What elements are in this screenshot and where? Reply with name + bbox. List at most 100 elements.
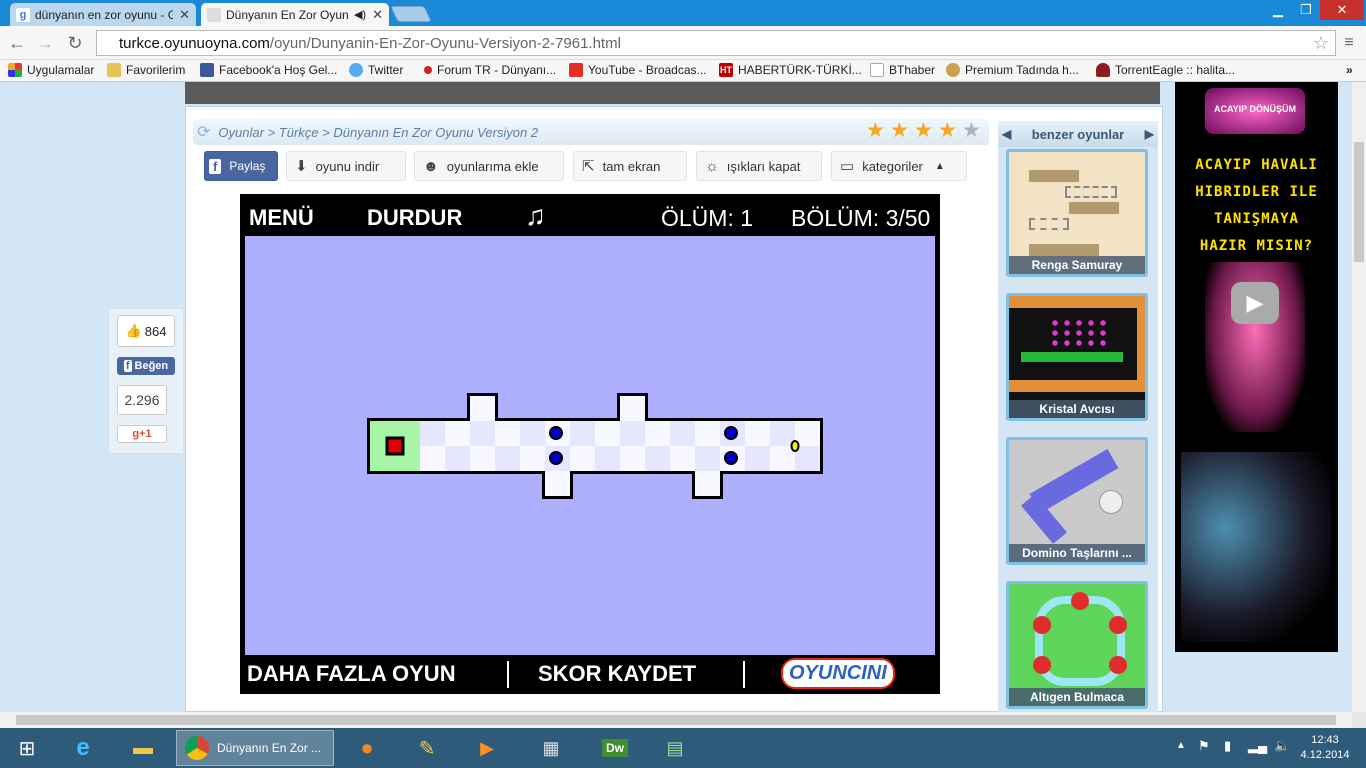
floor-tile bbox=[770, 421, 795, 446]
bookmark-forum[interactable]: Forum TR - Dünyanı... bbox=[424, 63, 556, 77]
floor-tile bbox=[620, 446, 645, 471]
star-bookmark-icon[interactable]: ☆ bbox=[1313, 33, 1329, 54]
start-icon[interactable]: ⊞ bbox=[0, 730, 54, 766]
rating-star[interactable]: ★ bbox=[938, 120, 957, 141]
rating-star[interactable]: ★ bbox=[890, 120, 909, 141]
game-name: Domino Taşlarını ... bbox=[1009, 544, 1145, 562]
bookmark-haberturk[interactable]: HT HABERTÜRK-TÜRKİ... bbox=[719, 63, 862, 77]
bookmark-bthaber[interactable]: BThaber bbox=[870, 63, 935, 77]
share-button[interactable]: f Paylaş bbox=[204, 151, 278, 181]
close-window-icon[interactable]: ✕ bbox=[1320, 0, 1364, 20]
save-score-button[interactable]: SKOR KAYDET bbox=[538, 661, 696, 687]
music-note-icon[interactable]: ♫ bbox=[525, 200, 546, 232]
tab-active-game[interactable]: Dünyanın En Zor Oyun ◀) ✕ bbox=[201, 3, 389, 26]
thumb-art bbox=[1069, 202, 1119, 214]
page-icon bbox=[870, 63, 884, 77]
play-icon[interactable]: ▶ bbox=[1231, 282, 1279, 324]
floor-tile bbox=[470, 396, 495, 421]
rating-star[interactable]: ★ bbox=[914, 120, 933, 141]
game-name: Renga Samuray bbox=[1009, 256, 1145, 274]
windows-taskbar: ⊞ e ▬ Dünyanın En Zor ... ● ✎ ▶ ▦ Dw ▤ ▲… bbox=[0, 728, 1366, 768]
bookmark-apps[interactable]: Uygulamalar bbox=[8, 63, 94, 77]
game-pause-button[interactable]: DURDUR bbox=[367, 205, 462, 231]
rating-star[interactable]: ★ bbox=[962, 120, 981, 141]
horizontal-scrollbar[interactable] bbox=[0, 712, 1352, 728]
game-canvas[interactable]: MENÜ DURDUR ♫ ÖLÜM: 1 BÖLÜM: 3/50 DAHA F… bbox=[240, 194, 940, 694]
volume-icon[interactable]: 🔈 bbox=[1274, 738, 1290, 754]
game-thumb-domino[interactable]: Domino Taşlarını ... bbox=[1006, 437, 1148, 565]
floor-tile bbox=[570, 421, 595, 446]
more-games-button[interactable]: DAHA FAZLA OYUN bbox=[247, 661, 456, 687]
notepad-plus-icon[interactable]: ▤ bbox=[648, 730, 702, 766]
thumb-art bbox=[1049, 318, 1109, 348]
chrome-taskbar-button[interactable]: Dünyanın En Zor ... bbox=[176, 730, 334, 766]
chevron-left-icon[interactable]: ◀ bbox=[1002, 127, 1011, 141]
close-icon[interactable]: ✕ bbox=[372, 7, 383, 23]
game-thumb-kristal-avcisi[interactable]: Kristal Avcısı bbox=[1006, 293, 1148, 421]
fullscreen-button[interactable]: ⇱ tam ekran bbox=[573, 151, 687, 181]
bookmark-premium[interactable]: Premium Tadında h... bbox=[946, 63, 1079, 77]
facebook-like-button[interactable]: f Beğen bbox=[117, 357, 175, 375]
audio-icon: ◀) bbox=[353, 9, 367, 21]
thumb-art bbox=[1009, 380, 1145, 392]
ad-text: ACAYIP HAVALI HIBRIDLER ILE TANIŞMAYA HAZIR… bbox=[1195, 157, 1318, 254]
advertisement[interactable]: ACAYIP DÖNÜŞÜM ACAYIP HAVALI HIBRIDLER IL… bbox=[1175, 82, 1338, 652]
address-bar[interactable]: turkce.oyunuoyna.com/oyun/Dunyanin-En-Zo… bbox=[96, 30, 1336, 56]
thumb-art bbox=[1021, 352, 1123, 362]
new-tab-button[interactable] bbox=[390, 6, 432, 22]
thumb-art bbox=[1033, 616, 1051, 634]
oyuncini-logo[interactable]: OYUNCINI bbox=[781, 658, 895, 689]
chrome-icon bbox=[185, 736, 209, 760]
lights-off-button[interactable]: ☼ ışıkları kapat bbox=[696, 151, 822, 181]
download-button[interactable]: ⬇ oyunu indir bbox=[286, 151, 406, 181]
premium-icon bbox=[946, 63, 960, 77]
more-bookmarks-icon[interactable]: » bbox=[1346, 63, 1353, 77]
tab-google-search[interactable]: g dünyanın en zor oyunu - G ✕ bbox=[10, 3, 196, 26]
clock[interactable]: 12:43 4.12.2014 bbox=[1300, 733, 1350, 763]
forward-arrow-icon[interactable]: → bbox=[34, 32, 56, 54]
game-thumb-renga-samuray[interactable]: Renga Samuray bbox=[1006, 149, 1148, 277]
vertical-scrollbar[interactable] bbox=[1352, 82, 1366, 712]
maximize-icon[interactable]: ❐ bbox=[1292, 0, 1320, 20]
bookmark-twitter[interactable]: Twitter bbox=[349, 63, 403, 77]
rating-star[interactable]: ★ bbox=[866, 120, 885, 141]
chevron-right-icon[interactable]: ▶ bbox=[1145, 127, 1154, 141]
bookmark-torrenteagle[interactable]: TorrentEagle :: halita... bbox=[1096, 63, 1235, 77]
breadcrumb-oyunlar[interactable]: Oyunlar bbox=[218, 125, 264, 140]
firefox-icon[interactable]: ● bbox=[340, 730, 394, 766]
show-hidden-icons[interactable]: ▲ bbox=[1176, 740, 1186, 751]
reload-icon[interactable]: ↻ bbox=[64, 32, 86, 54]
similar-games-sidebar: ◀ benzer oyunlar ▶ Renga Samuray Kristal… bbox=[998, 121, 1158, 712]
network-icon[interactable]: ▮ bbox=[1224, 738, 1231, 754]
bookmarks-bar: Uygulamalar Favorilerim Facebook'a Hoş G… bbox=[0, 60, 1366, 82]
bookmark-facebook[interactable]: Facebook'a Hoş Gel... bbox=[200, 63, 337, 77]
signal-icon[interactable]: ▂▄ bbox=[1248, 738, 1267, 754]
bookmark-youtube[interactable]: YouTube - Broadcas... bbox=[569, 63, 707, 77]
game-thumb-altigen-bulmaca[interactable]: Altıgen Bulmaca bbox=[1006, 581, 1148, 709]
bookmark-folder[interactable]: Favorilerim bbox=[107, 63, 185, 77]
back-arrow-icon[interactable]: ← bbox=[6, 32, 28, 54]
paint-icon[interactable]: ✎ bbox=[400, 730, 454, 766]
add-game-icon: ☻ bbox=[423, 157, 439, 175]
internet-explorer-icon[interactable]: e bbox=[56, 730, 110, 766]
scrollbar-thumb[interactable] bbox=[16, 715, 1336, 725]
floor-tile bbox=[470, 421, 495, 446]
thumb-art bbox=[1137, 296, 1145, 392]
flag-icon[interactable]: ⚑ bbox=[1198, 738, 1210, 754]
media-player-icon[interactable]: ▶ bbox=[460, 730, 514, 766]
categories-button[interactable]: ▭ kategoriler ▲ bbox=[831, 151, 967, 181]
url-host: turkce.oyunuoyna.com bbox=[119, 34, 270, 52]
scrollbar-thumb[interactable] bbox=[1354, 142, 1364, 262]
google-plus-button[interactable]: g+1 bbox=[117, 425, 167, 443]
close-icon[interactable]: ✕ bbox=[179, 7, 190, 23]
file-explorer-icon[interactable]: ▬ bbox=[116, 730, 170, 766]
facebook-icon: f bbox=[123, 360, 132, 372]
thumb-art bbox=[1071, 592, 1089, 610]
menu-icon[interactable]: ≡ bbox=[1338, 32, 1360, 54]
add-to-my-games-button[interactable]: ☻ oyunlarıma ekle bbox=[414, 151, 564, 181]
dreamweaver-icon[interactable]: Dw bbox=[588, 730, 642, 766]
breadcrumb-turkce[interactable]: Türkçe bbox=[279, 125, 319, 140]
game-menu-button[interactable]: MENÜ bbox=[249, 205, 314, 231]
minimize-icon[interactable]: ▁ bbox=[1264, 0, 1292, 20]
calculator-icon[interactable]: ▦ bbox=[524, 730, 578, 766]
